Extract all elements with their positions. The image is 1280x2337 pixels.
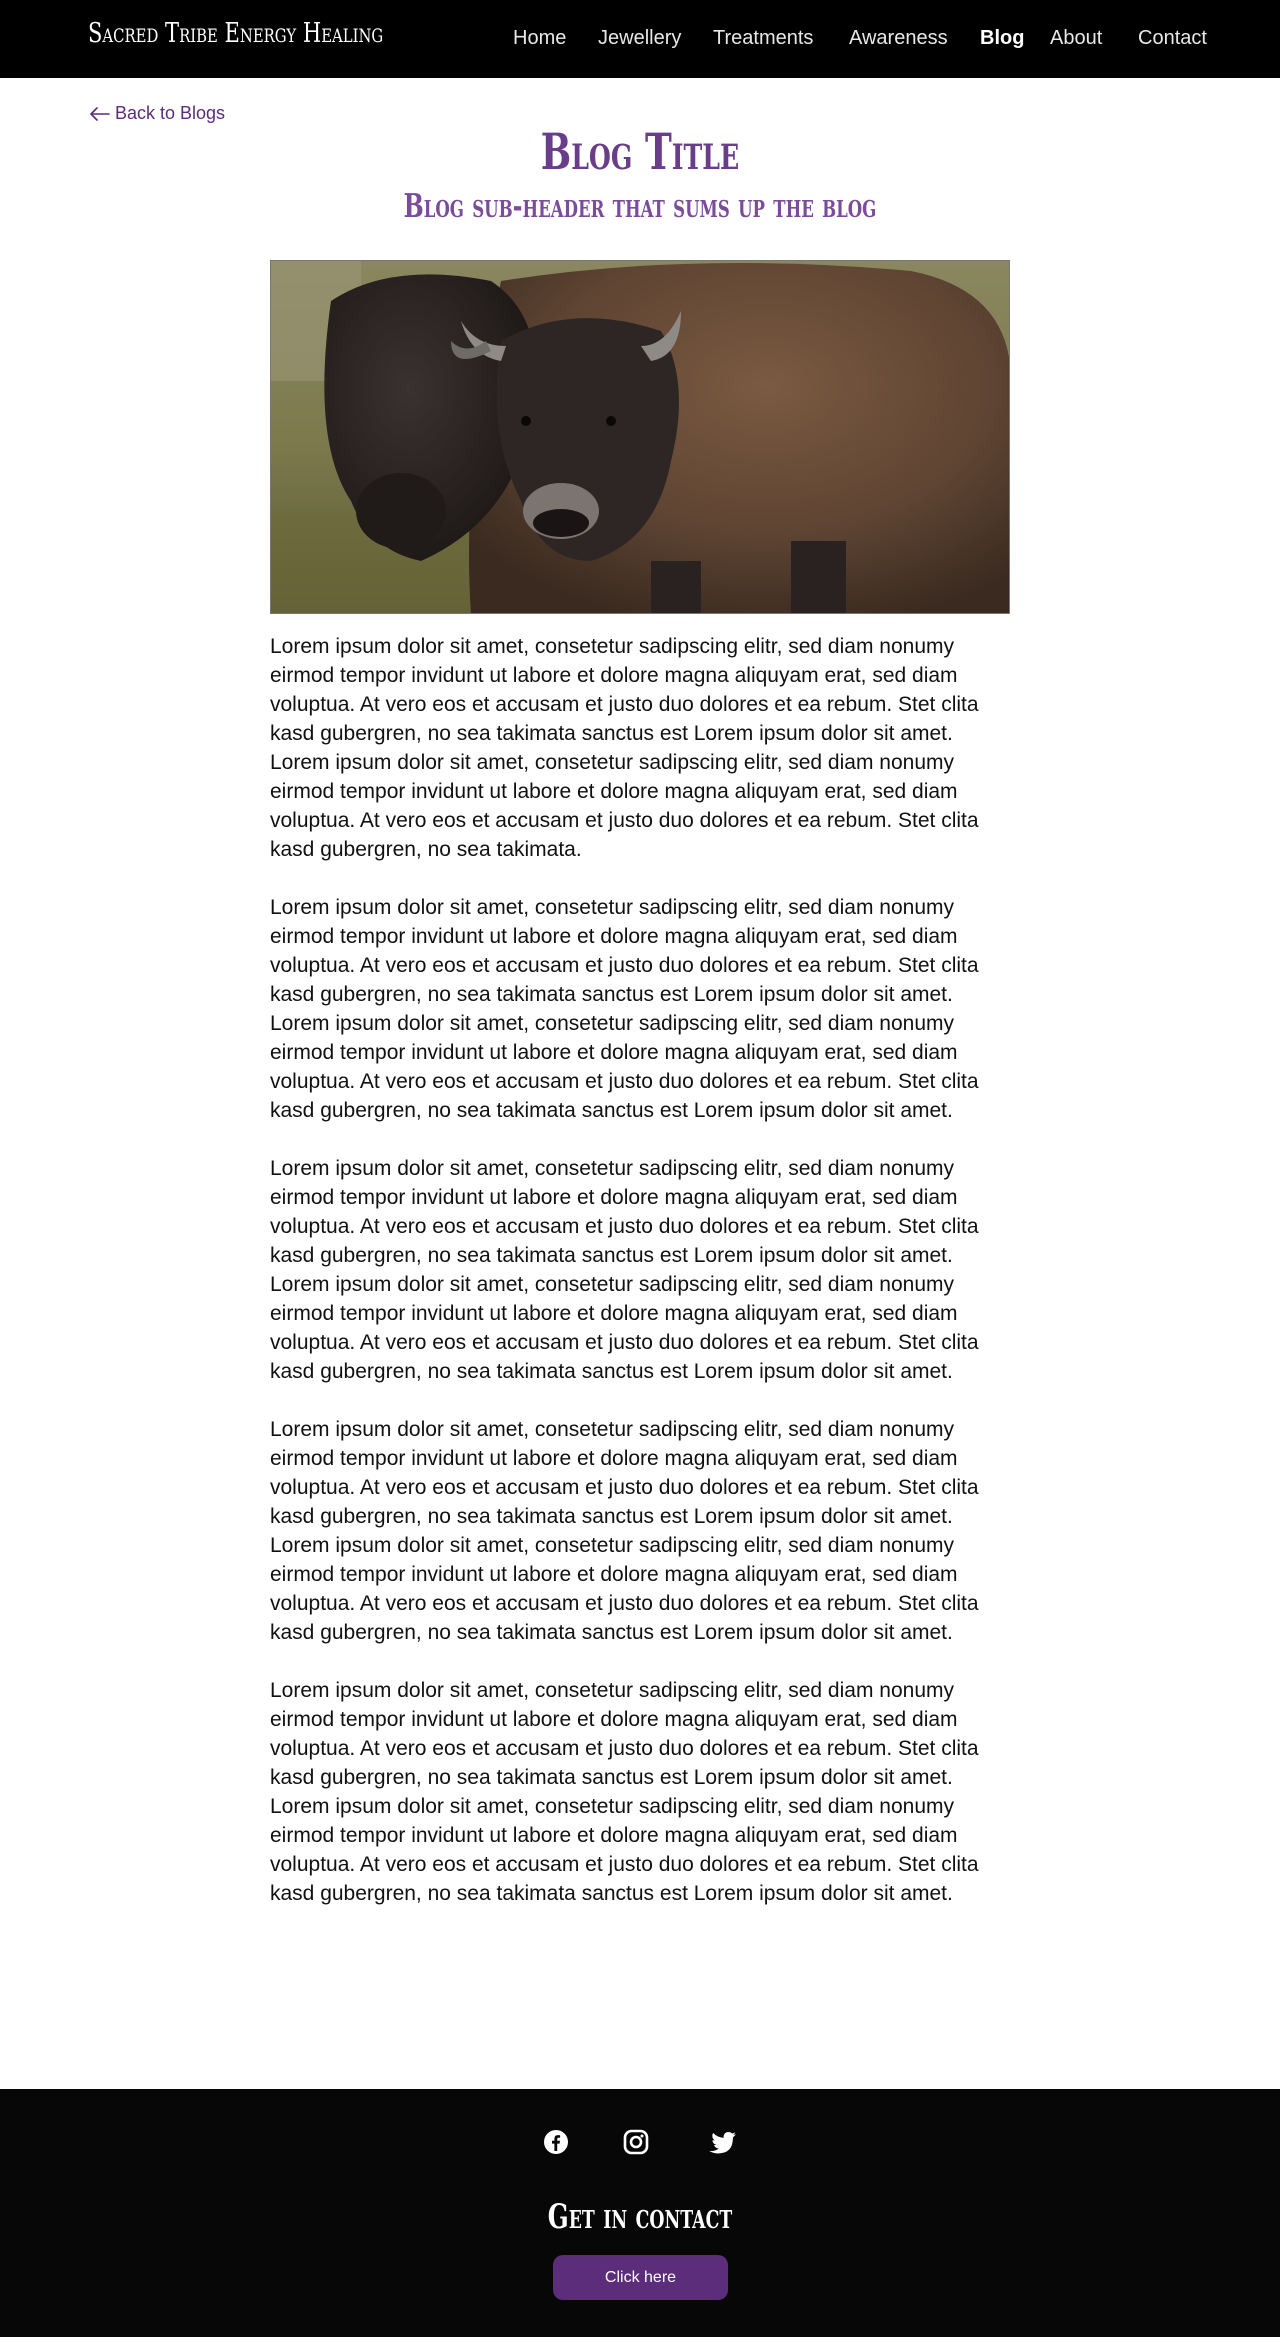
blog-paragraph: Lorem ipsum dolor sit amet, consetetur s… [270, 635, 979, 861]
nav-item-blog[interactable]: Blog [980, 27, 1024, 50]
blog-hero-image [270, 260, 1010, 614]
blog-paragraph: Lorem ipsum dolor sit amet, consetetur s… [270, 1418, 979, 1644]
blog-paragraph: Lorem ipsum dolor sit amet, consetetur s… [270, 1679, 979, 1905]
blog-paragraph: Lorem ipsum dolor sit amet, consetetur s… [270, 1157, 979, 1383]
blog-subtitle: Blog sub-header that sums up the blog [403, 186, 877, 225]
nav-item-jewellery[interactable]: Jewellery [598, 27, 681, 50]
top-nav: Sacred Tribe Energy Healing Home Jewelle… [0, 0, 1280, 78]
nav-item-treatments[interactable]: Treatments [713, 27, 813, 50]
facebook-icon[interactable] [543, 2129, 569, 2160]
bison-photo [271, 261, 1009, 613]
contact-button[interactable]: Click here [553, 2255, 728, 2300]
blog-paragraph: Lorem ipsum dolor sit amet, consetetur s… [270, 896, 979, 1122]
nav-item-home[interactable]: Home [513, 27, 566, 50]
blog-body: Lorem ipsum dolor sit amet, consetetur s… [270, 632, 1010, 1937]
instagram-icon[interactable] [623, 2129, 649, 2160]
twitter-icon[interactable] [705, 2129, 741, 2164]
nav-links: Home Jewellery Treatments Awareness Blog… [0, 27, 1280, 53]
contact-heading: Get in contact [547, 2197, 733, 2237]
back-to-blogs-link[interactable]: Back to Blogs [90, 103, 225, 124]
site-footer: Get in contact Click here [0, 2089, 1280, 2337]
back-link-label: Back to Blogs [115, 103, 226, 123]
blog-title: Blog Title [540, 122, 740, 181]
nav-item-about[interactable]: About [1050, 27, 1102, 50]
social-links [0, 2129, 1280, 2165]
nav-item-awareness[interactable]: Awareness [849, 27, 948, 50]
arrow-left-icon [90, 106, 110, 121]
nav-item-contact[interactable]: Contact [1138, 27, 1207, 50]
